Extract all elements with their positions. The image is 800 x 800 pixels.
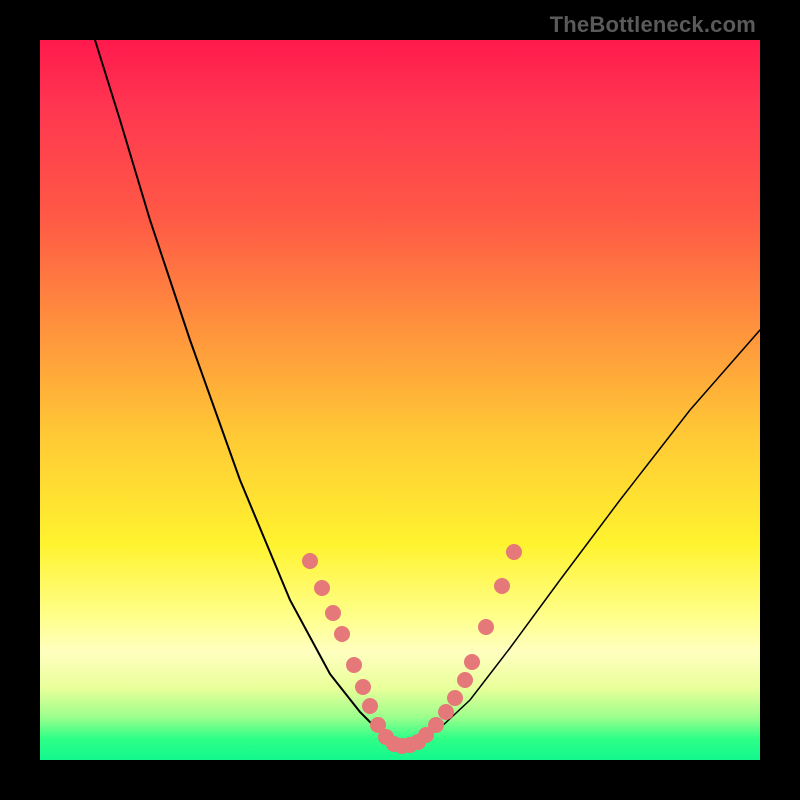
curve-right [402,330,760,745]
data-marker [428,717,444,733]
curve-left [95,40,402,745]
data-marker [302,553,318,569]
data-marker [346,657,362,673]
data-marker [355,679,371,695]
data-marker [362,698,378,714]
data-marker [494,578,510,594]
data-marker [314,580,330,596]
data-marker [464,654,480,670]
data-marker [506,544,522,560]
data-marker [438,704,454,720]
bottleneck-curve [40,40,760,760]
watermark-text: TheBottleneck.com [550,12,756,38]
data-marker [478,619,494,635]
marker-group [302,544,522,754]
data-marker [334,626,350,642]
data-marker [457,672,473,688]
data-marker [325,605,341,621]
data-marker [447,690,463,706]
